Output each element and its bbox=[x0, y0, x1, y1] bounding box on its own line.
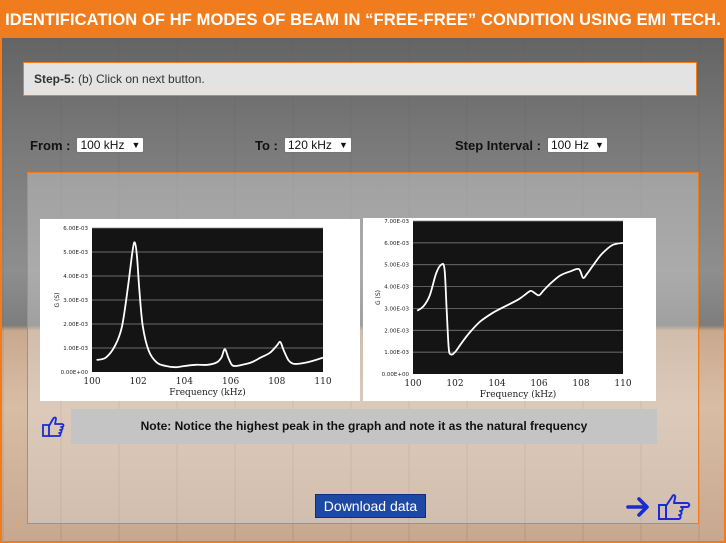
next-button[interactable] bbox=[626, 490, 696, 524]
step-label: Step-5: bbox=[34, 72, 75, 86]
to-control: To : 120 kHz ▼ bbox=[255, 137, 352, 153]
y-tick-label: 1.00E-03 bbox=[384, 350, 409, 356]
y-tick-label: 3.00E-03 bbox=[384, 306, 409, 312]
download-data-button[interactable]: Download data bbox=[315, 494, 426, 518]
x-tick-label: 100 bbox=[404, 379, 421, 389]
step-interval-label: Step Interval : bbox=[455, 137, 541, 153]
y-tick-label: 4.00E-03 bbox=[63, 274, 88, 280]
to-value: 120 kHz bbox=[287, 138, 332, 152]
y-tick-label: 6.00E-03 bbox=[63, 226, 88, 232]
arrow-right-icon bbox=[626, 497, 649, 517]
y-axis-label: G (S) bbox=[375, 290, 382, 305]
chart-card-2: 0.00E+00 1.00E-03 2.00E-03 3.00E-03 4.00E-03… bbox=[363, 218, 656, 401]
y-tick-label: 1.00E-03 bbox=[63, 346, 88, 352]
x-axis-label: Frequency (kHz) bbox=[480, 389, 557, 400]
y-tick-label: 3.00E-03 bbox=[63, 298, 88, 304]
y-tick-label: 6.00E-03 bbox=[384, 241, 409, 247]
hand-pointer-right-icon bbox=[658, 494, 691, 520]
step-instruction: Step-5: (b) Click on next button. bbox=[23, 62, 697, 96]
chevron-down-icon: ▼ bbox=[131, 140, 141, 150]
y-tick-label: 7.00E-03 bbox=[384, 219, 409, 225]
y-axis-label: G (S) bbox=[54, 292, 61, 307]
to-select[interactable]: 120 kHz ▼ bbox=[283, 137, 352, 153]
from-control: From : 100 kHz ▼ bbox=[30, 137, 145, 153]
plot-area bbox=[413, 221, 623, 374]
frequency-controls: From : 100 kHz ▼ To : 120 kHz ▼ Step Int… bbox=[2, 137, 724, 157]
chart-card-1: 0.00E+00 1.00E-03 2.00E-03 3.00E-03 4.00E-03… bbox=[40, 219, 360, 401]
chevron-down-icon: ▼ bbox=[338, 140, 348, 150]
y-tick-label: 2.00E-03 bbox=[384, 328, 409, 334]
x-axis-label: Frequency (kHz) bbox=[169, 387, 246, 398]
x-tick-label: 104 bbox=[488, 379, 505, 389]
note-banner: Note: Notice the highest peak in the gra… bbox=[71, 409, 657, 444]
x-tick-label: 102 bbox=[446, 379, 463, 389]
conductance-chart-2: 0.00E+00 1.00E-03 2.00E-03 3.00E-03 4.00E-03… bbox=[375, 219, 632, 400]
from-select[interactable]: 100 kHz ▼ bbox=[76, 137, 145, 153]
hand-pointer-icon bbox=[40, 414, 68, 438]
x-tick-label: 108 bbox=[572, 379, 589, 389]
x-tick-label: 100 bbox=[83, 377, 100, 387]
from-value: 100 kHz bbox=[80, 138, 125, 152]
y-tick-label: 0.00E+00 bbox=[61, 370, 89, 376]
x-tick-label: 106 bbox=[222, 377, 239, 387]
step-text: (b) Click on next button. bbox=[74, 72, 205, 86]
y-tick-label: 0.00E+00 bbox=[382, 372, 410, 378]
y-tick-label: 4.00E-03 bbox=[384, 285, 409, 291]
y-tick-label: 5.00E-03 bbox=[384, 263, 409, 269]
x-tick-label: 106 bbox=[530, 379, 547, 389]
x-tick-label: 110 bbox=[314, 377, 331, 387]
conductance-chart-1: 0.00E+00 1.00E-03 2.00E-03 3.00E-03 4.00E-03… bbox=[54, 226, 332, 398]
to-label: To : bbox=[255, 137, 278, 153]
step-interval-control: Step Interval : 100 Hz ▼ bbox=[455, 137, 608, 153]
x-tick-label: 102 bbox=[130, 377, 147, 387]
x-tick-label: 110 bbox=[614, 379, 631, 389]
x-tick-label: 108 bbox=[268, 377, 285, 387]
page-title: IDENTIFICATION OF HF MODES OF BEAM IN “F… bbox=[2, 2, 724, 38]
app-frame: IDENTIFICATION OF HF MODES OF BEAM IN “F… bbox=[0, 0, 726, 543]
x-tick-label: 104 bbox=[176, 377, 193, 387]
y-tick-label: 2.00E-03 bbox=[63, 322, 88, 328]
chevron-down-icon: ▼ bbox=[595, 140, 604, 150]
from-label: From : bbox=[30, 137, 71, 153]
y-tick-label: 5.00E-03 bbox=[63, 250, 88, 256]
step-interval-value: 100 Hz bbox=[550, 138, 589, 152]
step-interval-select[interactable]: 100 Hz ▼ bbox=[546, 137, 608, 153]
